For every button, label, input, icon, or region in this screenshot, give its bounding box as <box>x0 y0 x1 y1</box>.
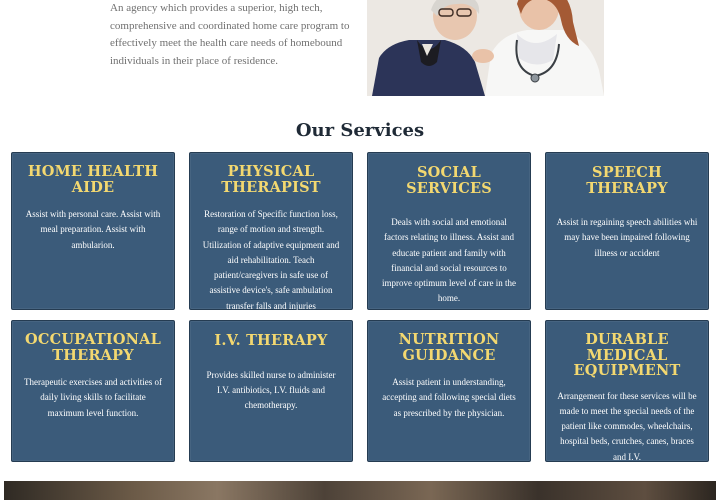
service-card-description: Deals with social and emotional factors … <box>382 217 516 304</box>
service-card-title: NUTRITION GUIDANCE <box>398 331 500 364</box>
service-card-title: HOME HEALTH AIDE <box>27 163 159 196</box>
service-card-occupational-therapy[interactable]: OCCUPATIONAL THERAPY Therapeutic exercis… <box>11 320 175 462</box>
service-card-title: DURABLE MEDICAL EQUIPMENT <box>573 331 681 379</box>
service-card-nutrition-guidance[interactable]: NUTRITION GUIDANCE Assist patient in und… <box>367 320 531 462</box>
service-card-title: I.V. THERAPY <box>214 332 328 349</box>
service-card-home-health-aide[interactable]: HOME HEALTH AIDE Assist with personal ca… <box>11 152 175 310</box>
service-card-description: Provides skilled nurse to administer I.V… <box>206 369 336 411</box>
service-card-durable-medical-equipment[interactable]: DURABLE MEDICAL EQUIPMENT Arrangement fo… <box>545 320 709 462</box>
service-card-description: Restoration of Specific function loss, r… <box>202 209 340 311</box>
service-card-description: Assist in regaining speech abilities whi… <box>556 217 698 258</box>
service-card-iv-therapy[interactable]: I.V. THERAPY Provides skilled nurse to a… <box>189 320 353 462</box>
service-card-description: Assist patient in understanding, accepti… <box>382 377 516 418</box>
services-heading: Our Services <box>295 120 425 141</box>
service-card-title: SPEECH THERAPY <box>586 164 668 197</box>
service-card-description: Therapeutic exercises and activities of … <box>24 377 162 418</box>
service-card-description: Arrangement for these services will be m… <box>557 390 697 462</box>
hero-photo-nurse-with-elderly-patient <box>367 0 604 96</box>
service-card-title: OCCUPATIONAL THERAPY <box>25 331 161 364</box>
service-card-title: PHYSICAL THERAPIST <box>221 163 321 196</box>
hero-photo-illustration <box>367 0 604 96</box>
service-card-description: Assist with personal care. Assist with m… <box>25 209 161 250</box>
bottom-banner-photo <box>4 481 716 500</box>
intro-text: An agency which provides a superior, hig… <box>110 2 350 67</box>
service-card-speech-therapy[interactable]: SPEECH THERAPY Assist in regaining speec… <box>545 152 709 310</box>
service-card-physical-therapist[interactable]: PHYSICAL THERAPIST Restoration of Specif… <box>189 152 353 311</box>
service-card-social-services[interactable]: SOCIAL SERVICES Deals with social and em… <box>367 152 531 310</box>
service-card-title: SOCIAL SERVICES <box>406 164 492 197</box>
